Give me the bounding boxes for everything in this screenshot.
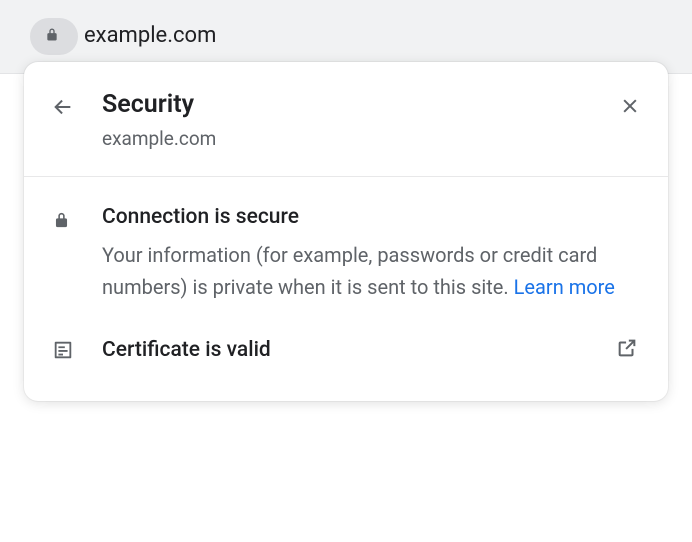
security-popup: Security example.com Connection is secur… [24, 62, 668, 401]
address-domain[interactable]: example.com [84, 18, 216, 54]
close-icon [620, 96, 640, 120]
arrow-left-icon [52, 96, 74, 122]
connection-title: Connection is secure [102, 205, 640, 229]
close-button[interactable] [608, 90, 640, 120]
popup-header: Security example.com [24, 62, 668, 177]
open-external-icon [616, 337, 640, 363]
popup-header-text: Security example.com [84, 90, 608, 150]
connection-body: Connection is secure Your information (f… [84, 205, 640, 303]
lock-icon [44, 24, 60, 49]
connection-description: Your information (for example, passwords… [102, 239, 640, 303]
popup-subtitle: example.com [102, 127, 608, 150]
certificate-row[interactable]: Certificate is valid [24, 303, 668, 401]
popup-title: Security [102, 90, 608, 119]
back-button[interactable] [52, 90, 84, 122]
certificate-icon [52, 339, 84, 361]
learn-more-link[interactable]: Learn more [514, 275, 615, 299]
certificate-label: Certificate is valid [84, 338, 616, 362]
lock-icon [52, 205, 84, 232]
connection-section: Connection is secure Your information (f… [24, 177, 668, 303]
site-lock-pill[interactable] [30, 18, 78, 55]
